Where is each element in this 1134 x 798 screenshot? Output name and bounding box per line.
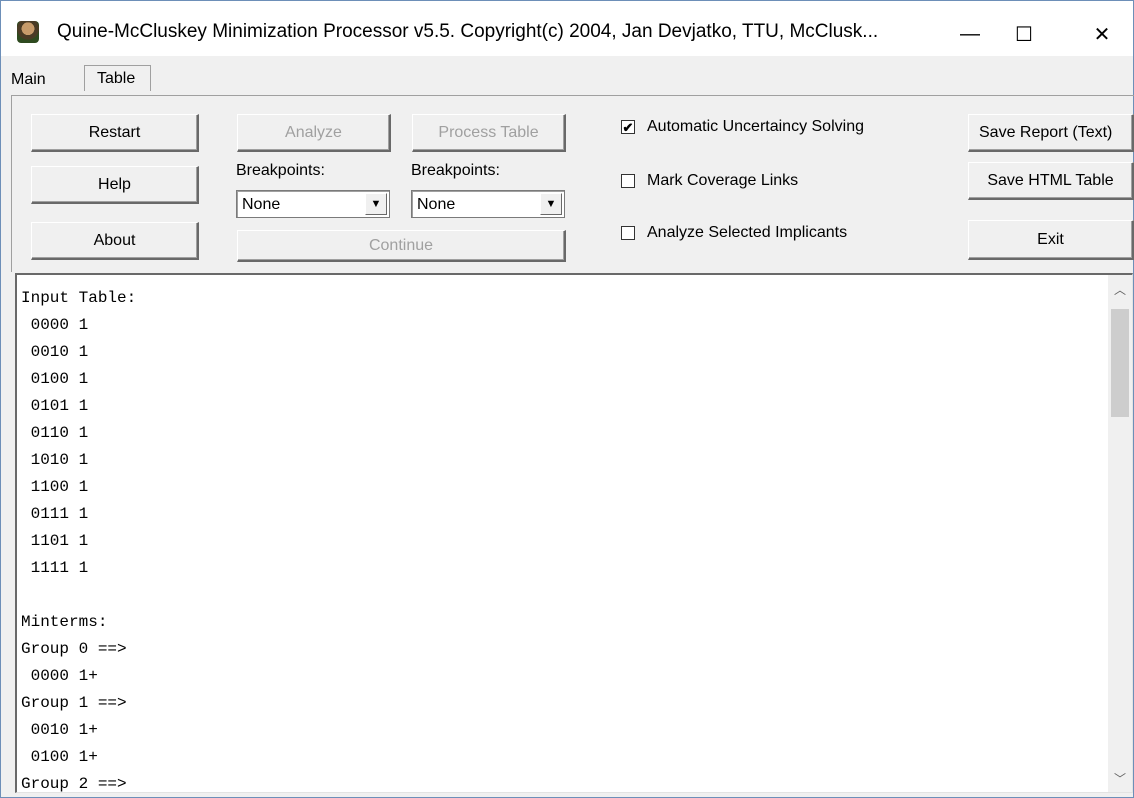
restart-button[interactable]: Restart — [31, 114, 199, 152]
help-button[interactable]: Help — [31, 166, 199, 204]
about-button[interactable]: About — [31, 222, 199, 260]
breakpoints-value-2: None — [417, 196, 456, 213]
process-table-button[interactable]: Process Table — [412, 114, 566, 152]
close-button[interactable]: ✕ — [1079, 11, 1125, 57]
control-panel: Restart Help About Analyze Process Table… — [11, 95, 1134, 272]
analyze-selected-implicants-checkbox[interactable]: Analyze Selected Implicants — [621, 224, 847, 242]
checkbox-label: Automatic Uncertaincy Solving — [647, 118, 864, 135]
analyze-button[interactable]: Analyze — [237, 114, 391, 152]
checkbox-label: Mark Coverage Links — [647, 172, 799, 189]
output-line: 0111 1 — [21, 505, 89, 523]
tab-main[interactable]: Main — [3, 65, 83, 95]
breakpoints-select-1[interactable]: None ▼ — [236, 190, 390, 218]
scrollbar-thumb[interactable] — [1111, 309, 1129, 417]
dropdown-arrow-icon[interactable]: ▼ — [365, 193, 387, 215]
output-line: 0000 1+ — [21, 667, 98, 685]
title-bar[interactable]: Quine-McCluskey Minimization Processor v… — [1, 1, 1133, 56]
breakpoints-select-2[interactable]: None ▼ — [411, 190, 565, 218]
output-line: 0010 1 — [21, 343, 89, 361]
output-line: 0100 1 — [21, 370, 89, 388]
tab-strip: Main Table — [1, 59, 1133, 95]
breakpoints-label-2: Breakpoints: — [411, 162, 500, 179]
output-line: Input Table: — [21, 289, 137, 307]
output-line: 1010 1 — [21, 451, 89, 469]
tab-table[interactable]: Table — [84, 65, 151, 91]
checkbox-box[interactable]: ✔ — [621, 120, 635, 134]
output-line: 0000 1 — [21, 316, 89, 334]
minimize-button[interactable]: — — [947, 11, 993, 57]
breakpoints-value-1: None — [242, 196, 281, 213]
checkbox-box[interactable] — [621, 226, 635, 240]
continue-button[interactable]: Continue — [237, 230, 566, 262]
scroll-down-arrow-icon[interactable]: ﹀ — [1108, 766, 1132, 790]
maximize-button[interactable]: ☐ — [1001, 11, 1047, 57]
window-title: Quine-McCluskey Minimization Processor v… — [57, 21, 879, 42]
scroll-up-arrow-icon[interactable]: ︿ — [1108, 277, 1132, 301]
save-report-text-button[interactable]: Save Report (Text) — [968, 114, 1134, 152]
mark-coverage-links-checkbox[interactable]: Mark Coverage Links — [621, 172, 798, 190]
exit-button[interactable]: Exit — [968, 220, 1134, 260]
output-line: 0100 1+ — [21, 748, 98, 766]
output-line: 0110 1 — [21, 424, 89, 442]
vertical-scrollbar[interactable]: ︿ ﹀ — [1108, 275, 1132, 792]
output-line: Minterms: — [21, 613, 108, 631]
automatic-uncertaincy-checkbox[interactable]: ✔ Automatic Uncertaincy Solving — [621, 118, 864, 136]
app-portrait-icon — [17, 21, 39, 43]
breakpoints-label-1: Breakpoints: — [236, 162, 325, 179]
checkbox-label: Analyze Selected Implicants — [647, 224, 848, 241]
output-line: 0010 1+ — [21, 721, 98, 739]
output-line: 1100 1 — [21, 478, 89, 496]
output-line: 1101 1 — [21, 532, 89, 550]
output-line: Group 2 ==> — [21, 775, 127, 793]
output-line: Group 0 ==> — [21, 640, 127, 658]
app-window: Quine-McCluskey Minimization Processor v… — [0, 0, 1134, 798]
output-line: 0101 1 — [21, 397, 89, 415]
output-line: 1111 1 — [21, 559, 89, 577]
checkbox-box[interactable] — [621, 174, 635, 188]
dropdown-arrow-icon[interactable]: ▼ — [540, 193, 562, 215]
output-lines: Input Table: 0000 1 0010 1 0100 1 0101 1… — [21, 285, 1101, 798]
save-html-table-button[interactable]: Save HTML Table — [968, 162, 1134, 200]
output-line: Group 1 ==> — [21, 694, 127, 712]
output-text-area[interactable]: Input Table: 0000 1 0010 1 0100 1 0101 1… — [15, 273, 1133, 793]
